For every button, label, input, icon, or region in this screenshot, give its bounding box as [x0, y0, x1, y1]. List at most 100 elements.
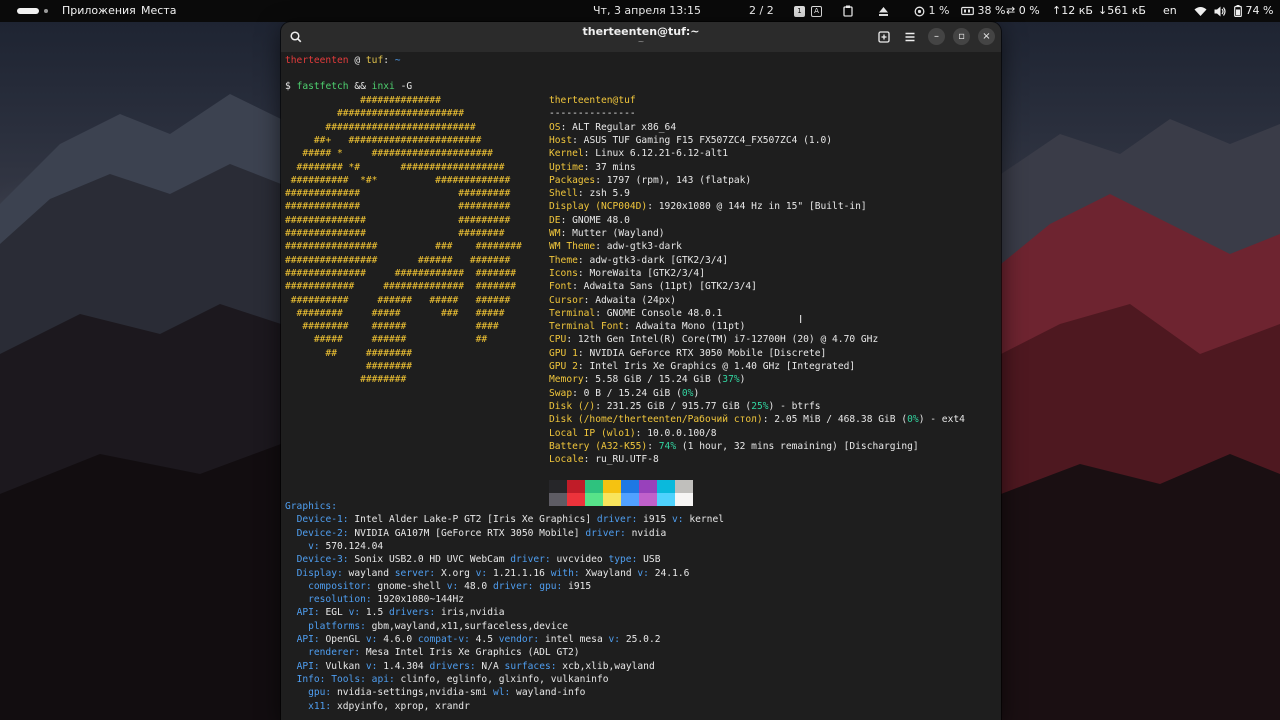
new-tab-button[interactable]	[875, 28, 893, 46]
fetch-key: Disk (/)	[549, 400, 596, 412]
fetch-value: adw-gtk3-dark [GTK2/3/4]	[589, 254, 729, 266]
fetch-row: Font: Adwaita Sans (11pt) [GTK2/3/4]	[549, 280, 757, 293]
inxi-key: v:	[446, 580, 459, 592]
clipboard-icon[interactable]	[843, 0, 853, 22]
download-monitor[interactable]: ↓561 кБ	[1098, 0, 1146, 22]
swap-monitor[interactable]: ⇄ 0 %	[1006, 0, 1040, 22]
inxi-value: clinfo, eglinfo, glxinfo, vulkaninfo	[394, 673, 609, 685]
inxi-value: gnome-shell	[371, 580, 447, 592]
header-bar[interactable]: therteenten@tuf:~ ~ – ▫ ×	[281, 22, 1001, 52]
inxi-value	[285, 687, 308, 698]
fetch-row: Uptime: 37 mins	[549, 161, 636, 174]
fetch-value: 12th Gen Intel(R) Core(TM) i7-12700H (20…	[577, 334, 879, 346]
terminal-output[interactable]: therteenten @ tuf: ~ $ fastfetch && inxi…	[285, 54, 997, 720]
inxi-value: iris,nvidia	[435, 607, 505, 619]
inxi-key: x11:	[308, 700, 332, 712]
fetch-value: 1920x1080 @ 144 Hz in 15" [Built-in]	[658, 201, 867, 213]
inxi-value: 4.6.0	[377, 634, 418, 645]
palette-swatch	[621, 492, 639, 506]
inxi-value: Intel Alder Lake-P GT2 [Iris Xe Graphics…	[348, 514, 597, 526]
language-indicator[interactable]: en	[1163, 0, 1177, 22]
download-rate: 561 кБ	[1107, 4, 1146, 17]
logo-line: ############## ########	[285, 228, 505, 239]
logo-line: ######## ###### ####	[285, 321, 499, 333]
applications-menu[interactable]: Приложения	[62, 0, 136, 22]
cpu-monitor[interactable]: 1 %	[914, 0, 949, 22]
wifi-icon[interactable]	[1194, 0, 1207, 22]
fetch-key: Terminal Font	[549, 321, 625, 333]
palette-swatch	[549, 479, 567, 493]
inxi-value	[285, 647, 308, 658]
cpu-icon	[914, 4, 929, 17]
terminal-window[interactable]: therteenten@tuf:~ ~ – ▫ × therteenten @ …	[281, 22, 1001, 720]
inxi-value: 570.124.04	[319, 540, 384, 552]
logo-line: ############# #########	[285, 188, 511, 200]
logo-line: ######## *# ##################	[285, 161, 505, 173]
keyboard-layout-icon[interactable]: 1	[794, 0, 805, 22]
close-button[interactable]: ×	[978, 28, 995, 45]
fetch-key: Shell	[549, 188, 578, 200]
fetch-key: Kernel	[549, 148, 584, 160]
fetch-row: Icons: MoreWaita [GTK2/3/4]	[549, 267, 705, 280]
inxi-value: EGL	[319, 607, 349, 619]
fetch-value: NVIDIA GeForce RTX 3050 Mobile [Discrete…	[589, 347, 827, 359]
fetch-colon: :	[583, 374, 596, 386]
minimize-button[interactable]: –	[928, 28, 945, 45]
fetch-row: Locale: ru_RU.UTF-8	[549, 453, 659, 466]
maximize-button[interactable]: ▫	[953, 28, 970, 45]
memory-icon	[961, 4, 978, 17]
inxi-value	[285, 701, 308, 712]
inxi-value	[285, 554, 297, 565]
fetch-key: WM Theme	[549, 241, 596, 253]
prompt-user: therteenten	[285, 55, 349, 66]
fetch-row: Host: ASUS TUF Gaming F15 FX507ZC4_FX507…	[549, 134, 832, 147]
eject-icon[interactable]	[878, 0, 889, 22]
new-tab-icon	[878, 31, 890, 43]
prompt-line: therteenten @ tuf: ~	[285, 54, 401, 67]
workspace-indicator-active[interactable]	[17, 8, 39, 14]
clock[interactable]: Чт, 3 апреля 13:15	[593, 0, 701, 22]
inxi-line: API: OpenGL v: 4.6.0 compat-v: 4.5 vendo…	[285, 633, 661, 646]
command-operator: &&	[354, 81, 366, 92]
fetch-colon: :	[577, 361, 590, 372]
volume-icon[interactable]	[1214, 0, 1226, 22]
fetch-percent: 74%	[658, 440, 677, 452]
inxi-line: renderer: Mesa Intel Iris Xe Graphics (A…	[285, 646, 579, 659]
fetch-value: ru_RU.UTF-8	[595, 454, 659, 466]
fetch-row: Disk (/home/therteenten/Рабочий стол): 2…	[549, 413, 965, 426]
inxi-value: 24.1.6	[648, 567, 690, 579]
inxi-value: 48.0	[458, 580, 493, 592]
arrow-down-icon: ↓	[1098, 4, 1108, 17]
inxi-value: nvidia	[625, 527, 667, 539]
inxi-value: Vulkan	[319, 660, 366, 672]
fetch-key: Theme	[549, 254, 578, 266]
inxi-key: drivers:	[389, 607, 436, 619]
prompt-sign: $	[285, 81, 291, 92]
fetch-colon: :	[583, 161, 596, 173]
fetch-value: Linux 6.12.21-6.12-alt1	[595, 148, 729, 160]
palette-swatch	[657, 492, 675, 506]
menu-button[interactable]	[901, 28, 919, 46]
logo-line: ##### * #####################	[285, 148, 493, 160]
workspace-indicator[interactable]	[44, 9, 48, 13]
logo-line: ##############	[285, 95, 441, 106]
fetch-colon: :	[572, 134, 584, 146]
battery-indicator[interactable]: 74 %	[1234, 0, 1273, 22]
fetch-row: GPU 1: NVIDIA GeForce RTX 3050 Mobile [D…	[549, 347, 826, 360]
text-cursor-icon: I	[799, 313, 803, 326]
workspace-counter[interactable]: 2 / 2	[749, 0, 774, 22]
swap-usage: 0 %	[1018, 4, 1040, 17]
palette-swatch	[567, 492, 585, 506]
fetch-colon: :	[647, 201, 659, 213]
places-menu[interactable]: Места	[141, 0, 176, 22]
inxi-key: API:	[296, 660, 320, 672]
fetch-row: Local IP (wlo1): 10.0.0.100/8	[549, 427, 717, 440]
logo-line: ########## ###### ##### ######	[285, 294, 511, 306]
input-method-icon[interactable]: A	[811, 0, 822, 22]
command-line: $ fastfetch && inxi -G	[285, 80, 412, 93]
inxi-line: Device-2: NVIDIA GA107M [GeForce RTX 305…	[285, 527, 667, 540]
memory-monitor[interactable]: 38 %	[961, 0, 1005, 22]
upload-monitor[interactable]: ↑12 кБ	[1052, 0, 1093, 22]
fetch-row: Memory: 5.58 GiB / 15.24 GiB (37%)	[549, 373, 745, 386]
inxi-value: 25.0.2	[620, 634, 661, 645]
